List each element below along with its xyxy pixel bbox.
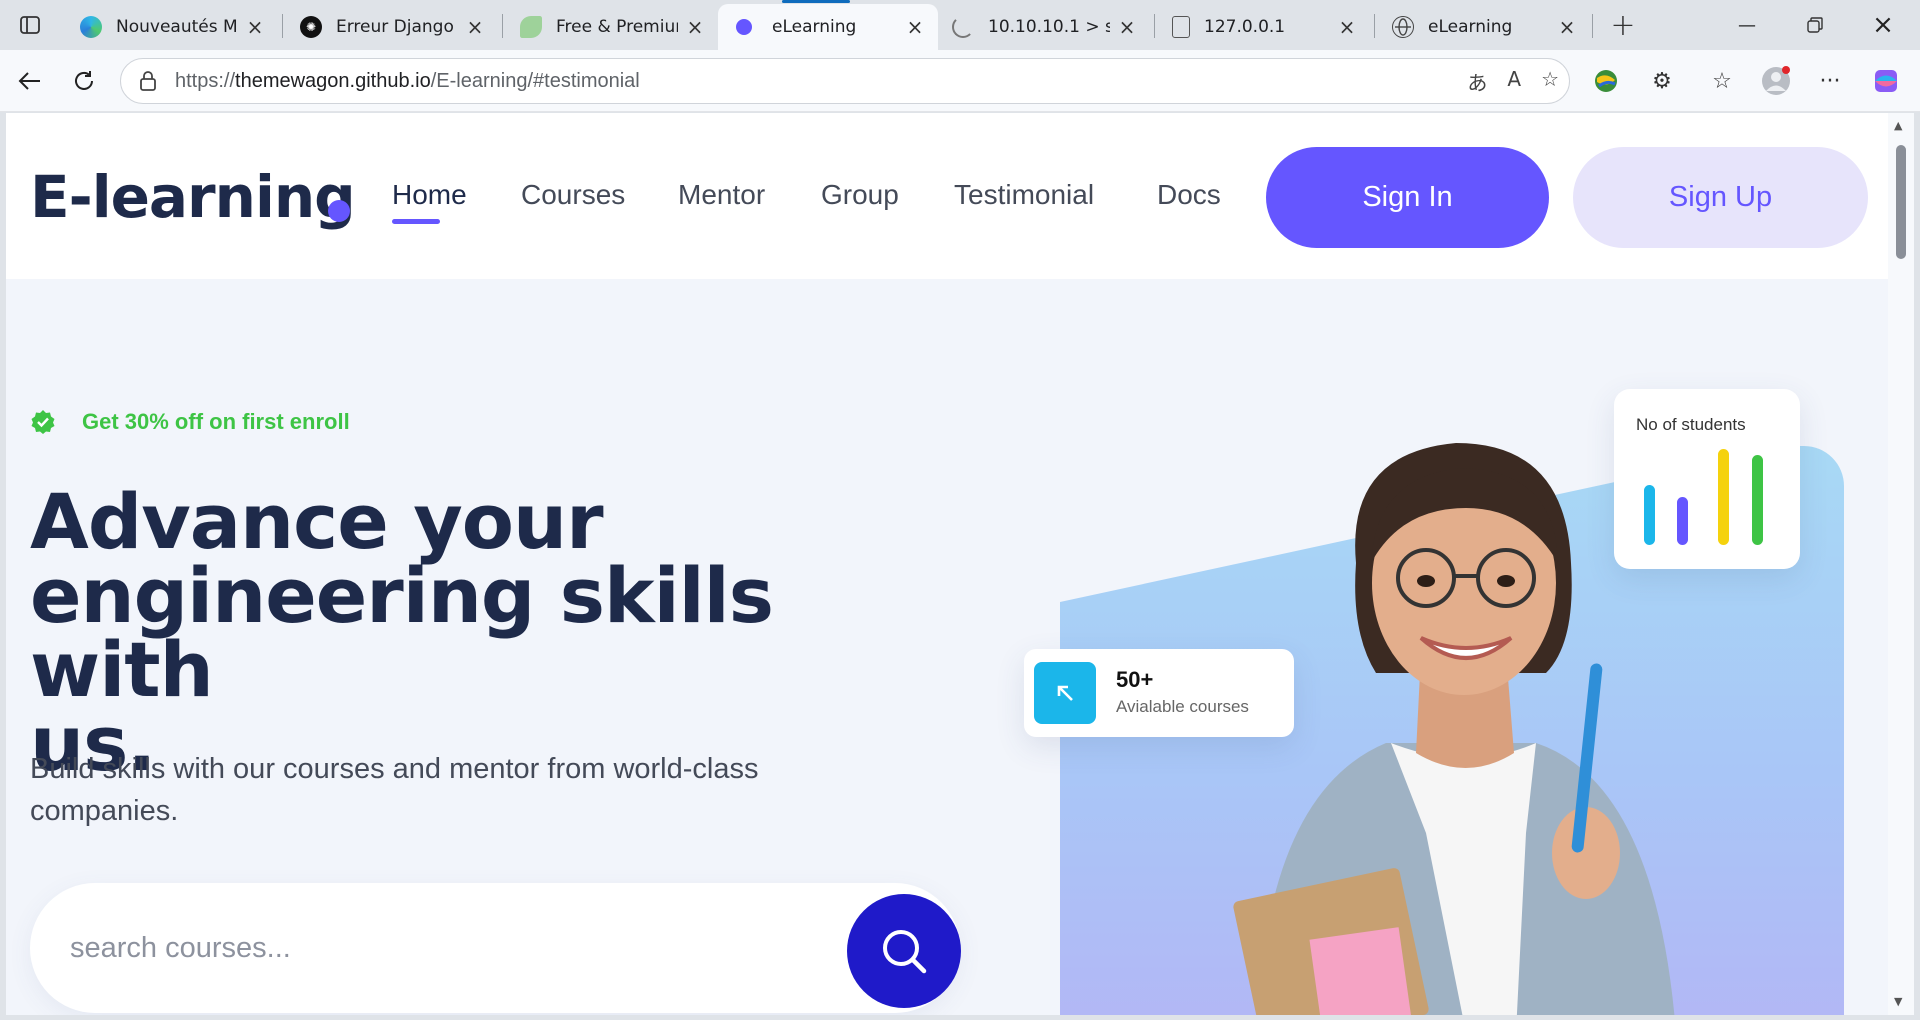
courses-count: 50+ <box>1116 667 1154 692</box>
tab-elearning-active[interactable]: eLearning × <box>718 0 938 50</box>
tab-127-0-0-1[interactable]: 127.0.0.1 × <box>1158 4 1370 50</box>
nav-mentor[interactable]: Mentor <box>678 179 765 211</box>
tab-separator <box>502 14 503 38</box>
tab-separator <box>282 14 283 38</box>
tab-erreur-django[interactable]: ✺ Erreur Django m × <box>286 4 498 50</box>
tab-separator <box>1374 14 1375 38</box>
close-icon[interactable]: × <box>464 15 486 39</box>
hero-title-line-2: engineering skills with <box>30 551 774 714</box>
nav-testimonial[interactable]: Testimonial <box>954 179 1094 211</box>
students-bar-2 <box>1677 497 1688 545</box>
extension-globe-icon[interactable] <box>1588 64 1624 98</box>
url-path: /E-learning/#testimonial <box>430 69 640 92</box>
site-logo[interactable]: E-learning <box>30 163 356 231</box>
arrow-up-left-icon <box>1034 662 1096 724</box>
search-button[interactable] <box>847 894 961 1008</box>
students-stats-card: No of students <box>1614 389 1800 569</box>
tab-free-premium[interactable]: Free & Premium × <box>506 4 718 50</box>
url-host: themewagon.github.io <box>235 69 431 92</box>
tab-separator <box>1592 14 1593 38</box>
tab-actions-icon[interactable] <box>14 10 46 40</box>
translate-icon[interactable]: あ <box>1467 67 1487 96</box>
promo-badge: Get 30% off on first enroll <box>30 409 350 435</box>
url-text[interactable]: https://themewagon.github.io/E-learning/… <box>175 70 640 93</box>
favorite-star-icon[interactable]: ☆ <box>1541 67 1559 96</box>
page-scrollbar[interactable]: ▲ ▼ <box>1888 113 1914 1015</box>
address-bar-actions: あ A ☆ <box>1467 67 1559 96</box>
profile-avatar-icon[interactable] <box>1758 64 1794 98</box>
arc-icon <box>952 16 974 38</box>
close-icon[interactable]: × <box>904 15 926 39</box>
courses-label: Avialable courses <box>1116 697 1249 716</box>
tab-bar: Nouveautés Microsoft Edge × ✺ Erreur Dja… <box>0 0 1920 50</box>
nav-active-indicator <box>392 219 440 224</box>
extensions-puzzle-icon[interactable]: ⚙ <box>1644 64 1680 98</box>
browser-toolbar: https://themewagon.github.io/E-learning/… <box>0 50 1920 112</box>
site-header: E-learning Home Courses Mentor Group Tes… <box>6 113 1894 279</box>
promo-text: Get 30% off on first enroll <box>82 409 350 434</box>
course-search-box <box>30 883 961 1013</box>
favorites-icon[interactable]: ☆ <box>1704 64 1740 98</box>
back-arrow-icon[interactable] <box>10 62 50 100</box>
refresh-icon[interactable] <box>64 62 104 100</box>
new-tab-plus-icon[interactable]: + <box>1603 6 1643 44</box>
scroll-up-arrow-icon[interactable]: ▲ <box>1894 119 1902 132</box>
nav-home[interactable]: Home <box>392 179 467 211</box>
close-icon[interactable]: × <box>684 15 706 39</box>
close-icon[interactable]: × <box>1116 15 1138 39</box>
read-aloud-icon[interactable]: A <box>1507 67 1521 96</box>
verified-check-icon <box>31 410 55 434</box>
tab-elearning-2[interactable]: eLearning × <box>1378 4 1590 50</box>
available-courses-card: 50+ Avialable courses <box>1024 649 1294 737</box>
students-bar-1 <box>1644 485 1655 545</box>
nav-courses[interactable]: Courses <box>521 179 625 211</box>
address-bar[interactable]: https://themewagon.github.io/E-learning/… <box>120 58 1570 104</box>
minimize-icon[interactable]: — <box>1724 6 1770 44</box>
page-viewport: E-learning Home Courses Mentor Group Tes… <box>6 113 1894 1015</box>
site-info-lock-icon[interactable] <box>135 71 161 91</box>
url-prefix: https:// <box>175 69 236 92</box>
tab-nouveautes[interactable]: Nouveautés Microsoft Edge × <box>66 4 278 50</box>
close-window-icon[interactable]: × <box>1860 6 1906 44</box>
restore-icon[interactable] <box>1792 6 1838 44</box>
leaf-icon <box>520 16 542 38</box>
search-icon <box>883 930 927 974</box>
tab-separator <box>1154 14 1155 38</box>
tab-10-10-10-1[interactable]: 10.10.10.1 > sub × <box>938 4 1150 50</box>
globe-icon <box>1392 16 1414 38</box>
openai-icon: ✺ <box>300 16 322 38</box>
close-icon[interactable]: × <box>1336 15 1358 39</box>
close-icon[interactable]: × <box>244 15 266 39</box>
sign-in-button[interactable]: Sign In <box>1266 147 1549 248</box>
nav-docs[interactable]: Docs <box>1157 179 1221 211</box>
nav-group[interactable]: Group <box>821 179 899 211</box>
logo-dot-icon <box>328 200 350 222</box>
students-label: No of students <box>1636 415 1746 434</box>
students-bar-4 <box>1752 455 1763 545</box>
close-icon[interactable]: × <box>1556 15 1578 39</box>
hero-subtitle: Build skills with our courses and mentor… <box>30 753 759 827</box>
scroll-thumb[interactable] <box>1896 145 1906 259</box>
page-icon <box>1172 16 1190 38</box>
edge-icon <box>80 16 102 38</box>
hero-title: Advance your engineering skills with us. <box>30 484 870 782</box>
students-bar-3 <box>1718 449 1729 545</box>
purple-dot-icon <box>736 19 752 35</box>
search-input[interactable] <box>70 911 770 985</box>
scroll-down-arrow-icon[interactable]: ▼ <box>1894 995 1902 1008</box>
sign-up-button[interactable]: Sign Up <box>1573 147 1868 248</box>
more-menu-icon[interactable]: ··· <box>1812 64 1848 98</box>
copilot-icon[interactable] <box>1868 64 1904 98</box>
